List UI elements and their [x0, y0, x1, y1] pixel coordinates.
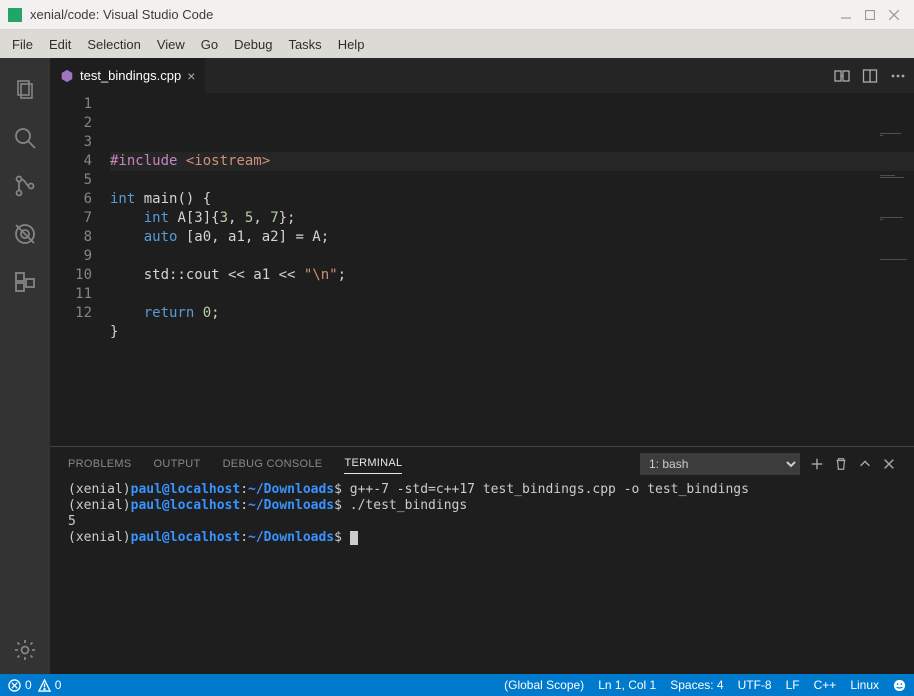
tab-debug-console[interactable]: DEBUG CONSOLE — [223, 454, 323, 474]
status-os[interactable]: Linux — [850, 678, 879, 692]
bottom-panel: PROBLEMS OUTPUT DEBUG CONSOLE TERMINAL 1… — [50, 446, 914, 674]
editor-column: test_bindings.cpp × 123456789101112 #inc… — [50, 58, 914, 674]
status-eol[interactable]: LF — [786, 678, 800, 692]
search-icon[interactable] — [0, 114, 50, 162]
status-bar: 0 0 (Global Scope) Ln 1, Col 1 Spaces: 4… — [0, 674, 914, 696]
feedback-icon[interactable] — [893, 679, 906, 692]
tab-problems[interactable]: PROBLEMS — [68, 454, 132, 474]
more-actions-icon[interactable] — [890, 68, 906, 84]
window-title: xenial/code: Visual Studio Code — [30, 7, 834, 22]
minimize-button[interactable] — [834, 3, 858, 27]
code-content[interactable]: #include <iostream>int main() { int A[3]… — [110, 93, 914, 446]
minimap[interactable] — [880, 95, 910, 109]
kill-terminal-icon[interactable] — [834, 457, 848, 471]
menu-go[interactable]: Go — [193, 33, 226, 56]
code-editor[interactable]: 123456789101112 #include <iostream>int m… — [50, 93, 914, 446]
status-warnings[interactable]: 0 — [38, 678, 62, 692]
source-control-icon[interactable] — [0, 162, 50, 210]
menu-selection[interactable]: Selection — [79, 33, 148, 56]
status-language[interactable]: C++ — [814, 678, 837, 692]
tab-close-icon[interactable]: × — [187, 68, 195, 84]
panel-actions: 1: bash — [640, 453, 896, 475]
status-encoding[interactable]: UTF-8 — [738, 678, 772, 692]
terminal-selector[interactable]: 1: bash — [640, 453, 800, 475]
maximize-panel-icon[interactable] — [858, 457, 872, 471]
tab-bar: test_bindings.cpp × — [50, 58, 914, 93]
explorer-icon[interactable] — [0, 66, 50, 114]
menu-edit[interactable]: Edit — [41, 33, 79, 56]
settings-gear-icon[interactable] — [0, 626, 50, 674]
close-window-button[interactable] — [882, 3, 906, 27]
new-terminal-icon[interactable] — [810, 457, 824, 471]
panel-tab-bar: PROBLEMS OUTPUT DEBUG CONSOLE TERMINAL 1… — [50, 447, 914, 480]
status-scope[interactable]: (Global Scope) — [504, 678, 584, 692]
tab-filename: test_bindings.cpp — [80, 68, 181, 83]
compare-changes-icon[interactable] — [834, 68, 850, 84]
tab-actions — [834, 58, 914, 93]
terminal-content[interactable]: (xenial)paul@localhost:~/Downloads$ g++-… — [50, 480, 914, 674]
split-editor-icon[interactable] — [862, 68, 878, 84]
editor-tab[interactable]: test_bindings.cpp × — [50, 58, 205, 93]
activity-bar — [0, 58, 50, 674]
tab-output[interactable]: OUTPUT — [154, 454, 201, 474]
status-indent[interactable]: Spaces: 4 — [670, 678, 723, 692]
cpp-file-icon — [60, 69, 74, 83]
maximize-button[interactable] — [858, 3, 882, 27]
debug-icon[interactable] — [0, 210, 50, 258]
menu-help[interactable]: Help — [330, 33, 373, 56]
app-icon — [8, 8, 22, 22]
line-number-gutter: 123456789101112 — [50, 93, 110, 446]
menu-debug[interactable]: Debug — [226, 33, 280, 56]
tab-terminal[interactable]: TERMINAL — [344, 453, 402, 474]
menu-tasks[interactable]: Tasks — [280, 33, 329, 56]
status-errors[interactable]: 0 — [8, 678, 32, 692]
workbench: test_bindings.cpp × 123456789101112 #inc… — [0, 58, 914, 674]
extensions-icon[interactable] — [0, 258, 50, 306]
close-panel-icon[interactable] — [882, 457, 896, 471]
menu-file[interactable]: File — [4, 33, 41, 56]
status-position[interactable]: Ln 1, Col 1 — [598, 678, 656, 692]
menu-bar: FileEditSelectionViewGoDebugTasksHelp — [0, 30, 914, 58]
menu-view[interactable]: View — [149, 33, 193, 56]
os-titlebar: xenial/code: Visual Studio Code — [0, 0, 914, 30]
